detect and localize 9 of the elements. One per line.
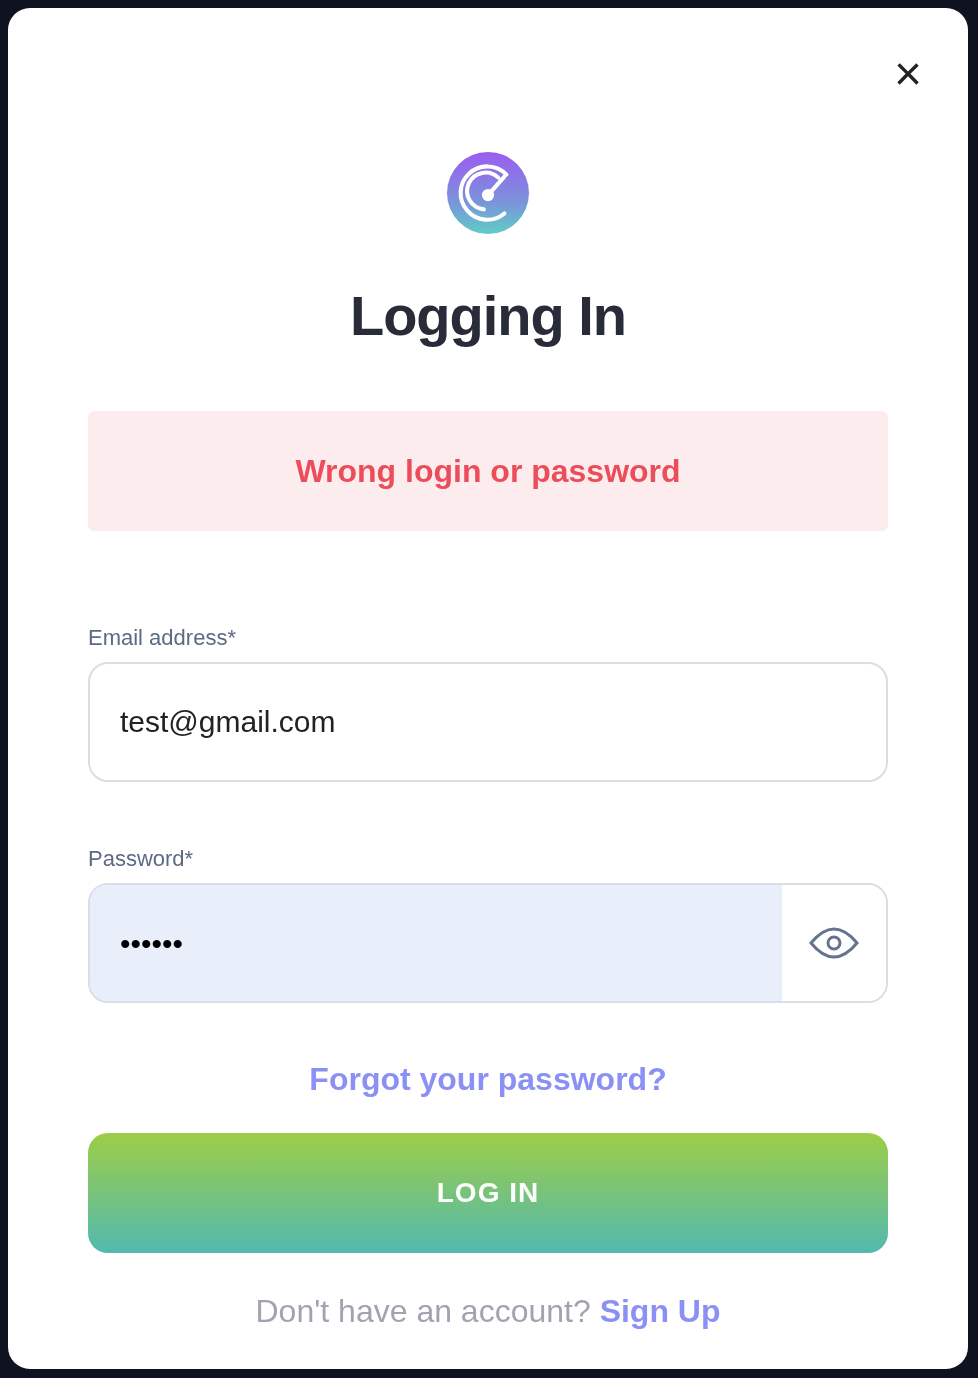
dialog-title: Logging In (349, 283, 627, 349)
field-label: Password* (88, 845, 194, 874)
logo-icon (447, 152, 529, 234)
email-field[interactable]: test@gmail.com (88, 662, 888, 783)
close-button[interactable]: × (889, 50, 926, 98)
password-field[interactable]: •••••• (88, 883, 888, 1004)
field-label: Email address* (88, 624, 236, 653)
signup-prompt: Don't have an account? Sign Up (255, 1292, 721, 1332)
error-alert: Wrong login or password (88, 411, 888, 532)
